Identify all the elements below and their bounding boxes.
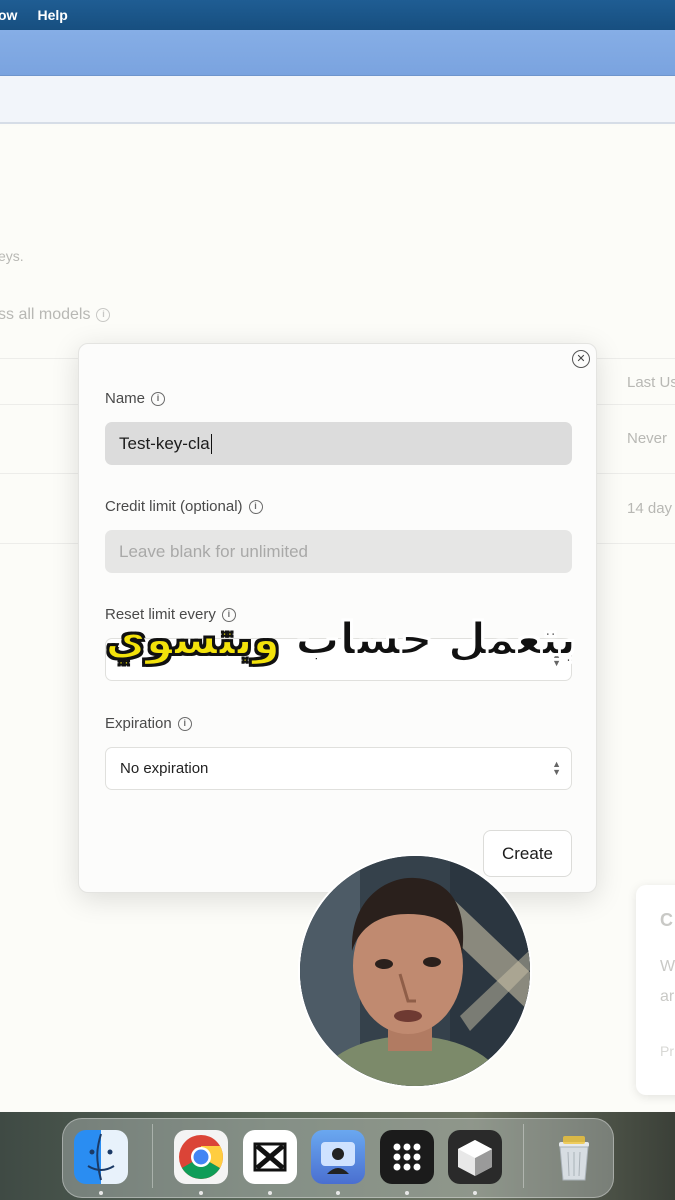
column-header-last-used: Last Us bbox=[627, 374, 675, 391]
bg-description-fragment: eys. bbox=[0, 248, 24, 264]
video-caption: بتعمل حساب وبتسوي bbox=[105, 600, 577, 680]
presenter-image bbox=[300, 856, 530, 1086]
browser-toolbar bbox=[0, 76, 675, 124]
mac-menu-bar: ow Help bbox=[0, 0, 675, 30]
dock-running-indicator bbox=[199, 1191, 203, 1195]
name-label: Name i bbox=[105, 390, 166, 407]
side-card-text: ar bbox=[660, 988, 675, 1005]
name-input[interactable]: Test-key-cla bbox=[105, 422, 572, 465]
expiration-label: Expiration i bbox=[105, 715, 192, 732]
row-last-used: 14 day bbox=[627, 500, 673, 517]
credit-limit-input[interactable]: Leave blank for unlimited bbox=[105, 530, 572, 573]
finder-icon[interactable] bbox=[74, 1130, 128, 1184]
webcam-overlay bbox=[298, 854, 532, 1088]
caption-highlight: وبتسوي bbox=[105, 613, 282, 666]
expiration-select[interactable]: No expiration ▲ ▼ bbox=[105, 747, 572, 790]
side-card-title: C bbox=[660, 910, 673, 930]
bg-access-fragment: ss all models i bbox=[0, 306, 111, 324]
info-icon[interactable]: i bbox=[248, 500, 263, 515]
dock-running-indicator bbox=[473, 1191, 477, 1195]
screen-recorder-icon[interactable] bbox=[311, 1130, 365, 1184]
browser-tab-strip bbox=[0, 30, 675, 76]
close-icon[interactable]: ✕ bbox=[572, 350, 590, 368]
expiration-value: No expiration bbox=[120, 760, 209, 777]
side-card: C W ar Pr bbox=[636, 885, 675, 1095]
row-last-used: Never bbox=[627, 430, 668, 447]
dock-separator bbox=[152, 1124, 153, 1188]
credit-limit-label: Credit limit (optional) i bbox=[105, 498, 263, 515]
capcut-icon[interactable] bbox=[243, 1130, 297, 1184]
info-icon[interactable]: i bbox=[151, 392, 166, 407]
box-app-icon[interactable] bbox=[448, 1130, 502, 1184]
text-caret bbox=[210, 433, 213, 454]
menu-help[interactable]: Help bbox=[37, 7, 67, 23]
chrome-icon[interactable] bbox=[174, 1130, 228, 1184]
name-input-value: Test-key-cla bbox=[119, 433, 210, 453]
info-icon: i bbox=[96, 307, 111, 322]
dock-running-indicator bbox=[405, 1191, 409, 1195]
menu-window[interactable]: ow bbox=[0, 7, 17, 23]
dock-running-indicator bbox=[268, 1191, 272, 1195]
info-icon[interactable]: i bbox=[177, 717, 192, 732]
side-card-text: Pr bbox=[660, 1043, 674, 1059]
dock-running-indicator bbox=[99, 1191, 103, 1195]
trash-icon[interactable] bbox=[547, 1130, 601, 1184]
dock-running-indicator bbox=[336, 1191, 340, 1195]
create-button[interactable]: Create bbox=[483, 830, 572, 877]
side-card-text: W bbox=[660, 958, 675, 975]
launchpad-icon[interactable] bbox=[380, 1130, 434, 1184]
chevron-updown-icon: ▲ ▼ bbox=[552, 759, 561, 777]
dock-separator bbox=[523, 1124, 524, 1188]
caption-text: بتعمل حساب bbox=[280, 613, 577, 666]
credit-limit-placeholder: Leave blank for unlimited bbox=[119, 541, 309, 561]
